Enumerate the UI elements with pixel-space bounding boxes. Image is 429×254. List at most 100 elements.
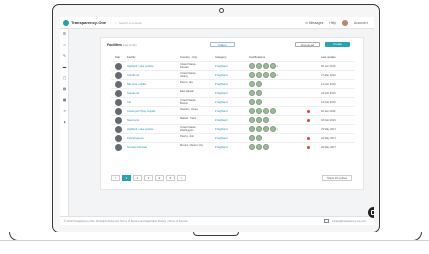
map-icon[interactable]: ● (62, 120, 67, 124)
extra-certifications[interactable]: +3 (275, 74, 278, 77)
table-row[interactable]: Grande lot United States, Albany # Highlan… (111, 70, 355, 79)
table-row[interactable]: Highland, Lake surface United States, Kan… (111, 61, 355, 70)
header-certifications[interactable]: Certifications (249, 55, 265, 59)
facility-name[interactable]: Highland, Lake surface (127, 128, 154, 131)
facility-category[interactable]: # Highland (215, 137, 227, 140)
table-row[interactable]: Nsenza lot Malawi, Trabu # Highland 04 Feb … (111, 115, 355, 124)
table-row[interactable]: Cat United States, Boston # Highland 14 Feb… (111, 97, 355, 106)
app-logo-icon[interactable] (63, 19, 69, 26)
extra-certifications[interactable]: +1 (275, 65, 278, 68)
table-row[interactable]: Nilo Ova, profilio Puerto, Ala # Highland 1… (111, 79, 355, 88)
certification-icon[interactable] (263, 72, 269, 78)
header-last-update[interactable]: Last update (321, 55, 336, 59)
certification-icon[interactable] (249, 63, 255, 69)
chart-icon[interactable]: ▤ (62, 87, 67, 91)
extra-certifications[interactable]: +1 (275, 128, 278, 131)
menu-icon[interactable]: ☰ (62, 32, 67, 36)
facility-category[interactable]: # Highland (215, 146, 227, 149)
list-icon[interactable]: ≡ (62, 109, 67, 113)
page-4-button[interactable]: 4 (155, 175, 164, 181)
facility-name[interactable]: Grande lot (127, 74, 139, 77)
avatar[interactable] (341, 19, 348, 26)
tools-icon[interactable]: ✎ (62, 54, 67, 58)
certification-icon[interactable] (249, 117, 255, 123)
facility-category[interactable]: # Highland (215, 101, 227, 104)
search-input[interactable]: Search a supplier (119, 21, 142, 25)
certification-icon[interactable] (256, 99, 262, 105)
header-star[interactable]: Star (115, 55, 120, 59)
messages-link[interactable]: ✉ Messages (305, 21, 323, 25)
last-update-date: 14 Feb 2019 (321, 101, 336, 104)
account-menu[interactable]: Account ▾ (354, 21, 368, 25)
certification-icon[interactable] (249, 81, 255, 87)
header-country[interactable]: Country - City (180, 55, 197, 59)
facility-country: United States, Washington (180, 126, 197, 132)
certification-icon[interactable] (256, 126, 262, 132)
facility-category[interactable]: # Highland (215, 65, 227, 68)
page-3-button[interactable]: 3 (144, 175, 153, 181)
certification-icon[interactable] (256, 81, 262, 87)
certification-icon[interactable] (256, 144, 262, 150)
create-button[interactable]: Create (325, 42, 350, 47)
header-category[interactable]: Category (215, 55, 226, 59)
facility-name[interactable]: Grande lot (127, 92, 139, 95)
table-row[interactable]: Cocoa pod Tipsy Liquide Sweden, Umea # Hig… (111, 106, 355, 115)
certification-icon[interactable] (249, 99, 255, 105)
facility-name[interactable]: Cocoa pod Tipsy Liquide (127, 110, 155, 113)
table-row[interactable]: Sunsete Farmate Mexico, Mexico City # High… (111, 142, 355, 151)
facility-category[interactable]: # Highland (215, 92, 227, 95)
certification-icon[interactable] (263, 63, 269, 69)
facility-name[interactable]: Nsenza lot (127, 119, 139, 122)
search-box[interactable]: ⌕ Search a supplier (115, 21, 142, 25)
truck-icon[interactable]: ▬ (62, 65, 67, 69)
download-button[interactable]: Download (295, 42, 320, 47)
certification-icon[interactable] (263, 126, 269, 132)
certification-icon[interactable] (263, 117, 269, 123)
facility-country: United States, Boston (180, 99, 197, 105)
prev-page-button[interactable]: < (111, 175, 120, 181)
certification-icon[interactable] (249, 144, 255, 150)
certification-icon[interactable] (249, 90, 255, 96)
filters-button[interactable]: Filters (210, 42, 235, 47)
certification-icon[interactable] (249, 135, 255, 141)
table-row[interactable]: Highland, Lake surface United States, Was… (111, 124, 355, 133)
certification-icon[interactable] (263, 108, 269, 114)
home-icon[interactable]: ⌂ (62, 43, 67, 47)
certification-icon[interactable] (249, 108, 255, 114)
certification-icon[interactable] (270, 108, 276, 114)
facility-category[interactable]: # Highland (215, 74, 227, 77)
building-icon[interactable]: ▢ (62, 76, 67, 80)
chat-button[interactable] (368, 207, 374, 218)
facility-name[interactable]: Nilo Ova, profilio (127, 83, 146, 86)
entries-select[interactable]: Show 10 entries (322, 175, 352, 181)
page-2-button[interactable]: 2 (133, 175, 142, 181)
footer-contact[interactable]: contact@transparency-one.com (332, 220, 366, 223)
certification-icon[interactable] (256, 63, 262, 69)
help-link[interactable]: Help (329, 21, 336, 25)
certification-icon[interactable] (256, 90, 262, 96)
table-row[interactable]: Grande lot East Hawaii # Highland 24 Feb 20… (111, 88, 355, 97)
certification-icon[interactable] (256, 117, 262, 123)
facility-category[interactable]: # Highland (215, 83, 227, 86)
certification-icon[interactable] (256, 135, 262, 141)
calendar-icon[interactable]: ▦ (62, 98, 67, 102)
facility-category[interactable]: # Highland (215, 119, 227, 122)
facility-name[interactable]: Pescariyescos (127, 137, 144, 140)
table-row[interactable]: Pescariyescos Puerto, Juin # Highland 22 Ma… (111, 133, 355, 142)
next-page-button[interactable]: > (177, 175, 186, 181)
page-1-button[interactable]: 1 (122, 175, 131, 181)
page-5-button[interactable]: 5 (166, 175, 175, 181)
certification-icon[interactable] (249, 72, 255, 78)
certification-icon[interactable] (256, 108, 262, 114)
facility-category[interactable]: # Highland (215, 110, 227, 113)
facility-name[interactable]: Highland, Lake surface (127, 65, 154, 68)
facility-name[interactable]: Sunsete Farmate (127, 146, 147, 149)
facility-avatar (115, 108, 122, 115)
certification-icon[interactable] (256, 72, 262, 78)
facility-name[interactable]: Cat (127, 101, 131, 104)
certification-icon[interactable] (249, 126, 255, 132)
header-facility[interactable]: Facility (127, 55, 136, 59)
certification-icon[interactable] (263, 144, 269, 150)
facility-category[interactable]: # Highland (215, 128, 227, 131)
certifications-list (249, 90, 262, 96)
